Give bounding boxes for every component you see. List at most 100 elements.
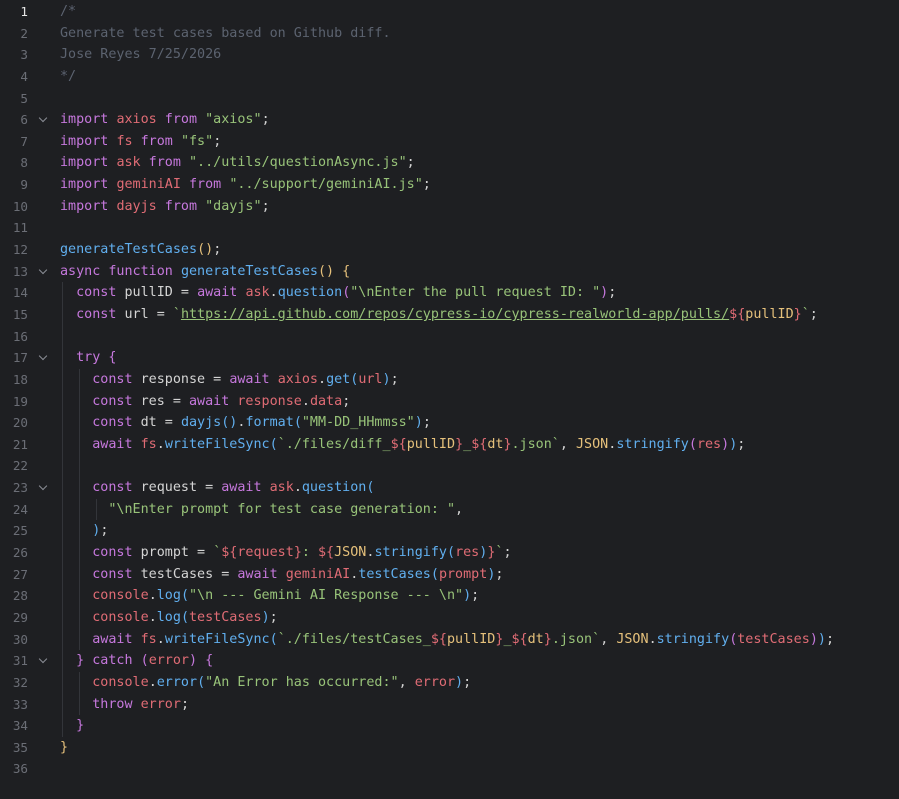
line-number: 10	[12, 198, 28, 214]
fold-chevron-icon[interactable]	[38, 347, 50, 369]
code-token: */	[60, 68, 77, 84]
code-token: ask	[245, 285, 270, 301]
code-token: error	[148, 653, 189, 669]
code-token: testCases	[140, 566, 214, 582]
code-token: (	[140, 653, 149, 669]
code-token: await	[197, 285, 246, 301]
code-line[interactable]: 9 import geminiAI from "../support/gemini…	[0, 174, 899, 196]
code-line[interactable]: 17 try {	[0, 347, 899, 369]
code-line[interactable]: 14 const pullID = await ask.question("\n…	[0, 282, 899, 304]
fold-chevron-icon[interactable]	[38, 261, 50, 283]
code-token: axios	[277, 371, 318, 387]
code-line[interactable]: 35}	[0, 737, 899, 759]
code-token: await	[237, 566, 286, 582]
line-code: }	[60, 715, 84, 737]
code-token: stringify	[374, 545, 447, 561]
code-line[interactable]: 15 const url = `https://api.github.com/r…	[0, 303, 899, 326]
code-line[interactable]: 18 const response = await axios.get(url)…	[0, 368, 899, 391]
line-number: 7	[20, 133, 28, 149]
code-token: .	[148, 609, 157, 625]
code-token: fs	[140, 631, 157, 647]
code-token: response	[140, 371, 206, 387]
line-code: console.log("\n --- Gemini AI Response -…	[60, 585, 479, 607]
line-number: 16	[12, 328, 28, 344]
code-token: ;	[213, 133, 222, 149]
code-token: ;	[261, 198, 270, 214]
code-token: JSON	[616, 631, 649, 647]
code-line[interactable]: 23 const request = await ask.question(	[0, 477, 899, 499]
line-code: await fs.writeFileSync(`./files/diff_${p…	[60, 434, 745, 456]
code-line[interactable]: 16	[0, 325, 899, 348]
line-number: 2	[20, 25, 28, 41]
code-token: =	[205, 371, 230, 387]
line-number: 20	[12, 415, 28, 431]
code-line[interactable]: 8 import ask from "../utils/questionAsync…	[0, 152, 899, 174]
fold-chevron-icon[interactable]	[38, 109, 50, 131]
code-token: res	[140, 393, 165, 409]
code-line[interactable]: 5	[0, 88, 899, 110]
code-token: url	[124, 306, 149, 322]
code-token: }	[503, 436, 512, 452]
code-token: ;	[342, 393, 351, 409]
code-token: JSON	[576, 436, 609, 452]
code-line[interactable]: 28 console.log("\n --- Gemini AI Respons…	[0, 585, 899, 607]
fold-chevron-icon[interactable]	[38, 477, 50, 499]
code-line[interactable]: 20 const dt = dayjs().format("MM-DD_HHmm…	[0, 412, 899, 434]
code-line[interactable]: 25 );	[0, 520, 899, 543]
code-token: "axios"	[205, 112, 262, 128]
code-token: .	[318, 371, 327, 387]
code-editor[interactable]: 1 /* 2 Generate test cases based on Github …	[0, 0, 899, 799]
code-line[interactable]: 27 const testCases = await geminiAI.test…	[0, 563, 899, 586]
code-line[interactable]: 21 await fs.writeFileSync(`./files/diff_…	[0, 433, 899, 456]
code-token: stringify	[616, 436, 689, 452]
line-number: 8	[20, 155, 28, 171]
line-code: "\nEnter prompt for test case generation…	[60, 499, 463, 521]
code-line[interactable]: 7 import fs from "fs";	[0, 131, 899, 153]
code-token: stringify	[656, 631, 730, 647]
code-line[interactable]: 26 const prompt = `${request}: ${JSON.st…	[0, 542, 899, 564]
code-token: "An Error has occurred:"	[205, 674, 399, 690]
code-token: log	[156, 588, 181, 604]
code-token: ${	[318, 545, 335, 561]
code-line[interactable]: 33 throw error;	[0, 693, 899, 716]
code-line[interactable]: 29 console.log(testCases);	[0, 606, 899, 629]
code-line[interactable]: 30 await fs.writeFileSync(`./files/testC…	[0, 628, 899, 651]
line-code: const pullID = await ask.question("\nEnt…	[60, 282, 616, 304]
code-token: dayjs	[180, 415, 222, 431]
indent-guide	[79, 455, 80, 478]
code-line[interactable]: 32 console.error("An Error has occurred:…	[0, 671, 899, 694]
code-line[interactable]: 13 async function generateTestCases() {	[0, 261, 899, 283]
code-token: .	[301, 393, 310, 409]
code-line[interactable]: 24 "\nEnter prompt for test case generat…	[0, 498, 899, 521]
code-token: ask	[269, 480, 294, 496]
code-line[interactable]: 3 Jose Reyes 7/25/2026	[0, 44, 899, 66]
code-line[interactable]: 6 import axios from "axios";	[0, 109, 899, 131]
fold-chevron-icon[interactable]	[38, 650, 50, 672]
code-line[interactable]: 4 */	[0, 66, 899, 88]
code-token: ,	[455, 501, 464, 517]
code-line[interactable]: 1 /*	[0, 1, 899, 23]
code-line[interactable]: 31 } catch (error) {	[0, 650, 899, 672]
code-token: const	[60, 545, 141, 561]
code-token: ()	[197, 242, 214, 258]
code-token: /*	[60, 4, 77, 19]
code-token: Generate test cases based on Github diff…	[60, 25, 391, 41]
code-line[interactable]: 19 const res = await response.data;	[0, 390, 899, 413]
line-number: 1	[20, 4, 28, 19]
code-token: =	[148, 306, 173, 322]
code-token: request	[237, 545, 294, 561]
code-token: geminiAI	[116, 177, 181, 193]
code-line[interactable]: 11	[0, 217, 899, 239]
code-token: `./files/testCases_	[277, 631, 431, 647]
code-token: const	[60, 393, 141, 409]
code-line[interactable]: 12 generateTestCases();	[0, 239, 899, 261]
code-line[interactable]: 2 Generate test cases based on Github dif…	[0, 23, 899, 45]
code-token: prompt	[140, 545, 189, 561]
code-line[interactable]: 22	[0, 455, 899, 478]
code-token: =	[156, 415, 181, 431]
code-line[interactable]: 36	[0, 758, 899, 780]
line-code: console.error("An Error has occurred:", …	[60, 672, 471, 694]
code-token: "\n --- Gemini AI Response --- \n"	[189, 588, 464, 604]
code-line[interactable]: 10 import dayjs from "dayjs";	[0, 196, 899, 218]
code-line[interactable]: 34 }	[0, 715, 899, 737]
